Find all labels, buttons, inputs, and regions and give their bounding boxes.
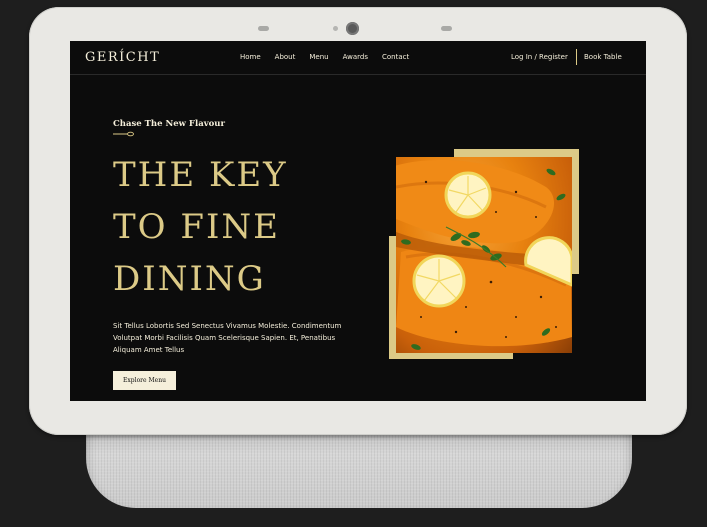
camera (346, 22, 359, 35)
navbar: GERÍCHT Home About Menu Awards Contact L… (70, 41, 646, 75)
mic-left (258, 26, 269, 31)
nav-link-menu[interactable]: Menu (309, 53, 328, 61)
nav-link-awards[interactable]: Awards (343, 53, 368, 61)
headline-line-1: THE KEY (113, 155, 288, 195)
device-stand (86, 424, 632, 508)
spoon-icon (113, 131, 134, 137)
nav-link-home[interactable]: Home (240, 53, 261, 61)
hero-subtitle: Chase The New Flavour (113, 119, 225, 129)
headline-line-3: DINING (113, 259, 266, 299)
nav-link-contact[interactable]: Contact (382, 53, 409, 61)
light-sensor (333, 26, 338, 31)
nav-divider (576, 49, 577, 65)
book-table-link[interactable]: Book Table (584, 53, 622, 61)
screen: GERÍCHT Home About Menu Awards Contact L… (70, 41, 646, 401)
nav-links: Home About Menu Awards Contact (240, 53, 423, 61)
logo[interactable]: GERÍCHT (85, 50, 160, 65)
headline-line-2: TO FINE (113, 207, 280, 247)
login-register-link[interactable]: Log In / Register (511, 53, 568, 61)
explore-menu-button[interactable]: Explore Menu (113, 371, 176, 390)
nav-link-about[interactable]: About (275, 53, 296, 61)
hero-headline: THE KEY TO FINE DINING (113, 149, 288, 305)
mic-right (441, 26, 452, 31)
hero-description: Sit Tellus Lobortis Sed Senectus Vivamus… (113, 322, 342, 354)
hero-food-image (396, 157, 572, 353)
